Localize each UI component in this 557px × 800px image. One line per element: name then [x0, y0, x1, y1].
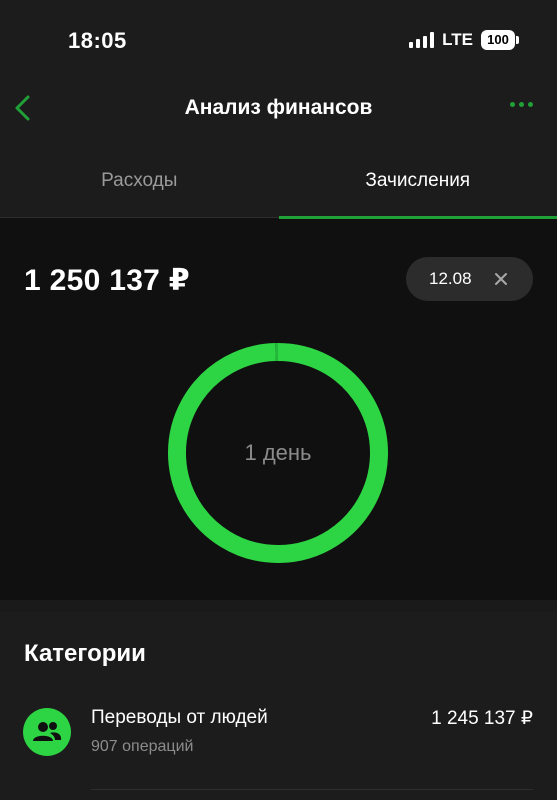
date-filter-chip[interactable]: 12.08 — [406, 257, 533, 301]
status-bar: 18:05 LTE 100 — [0, 0, 557, 80]
categories-section: Категории Переводы от людей 907 операций… — [0, 612, 557, 800]
row-divider — [91, 789, 533, 790]
category-amount: 1 245 137 ₽ — [431, 708, 533, 729]
category-count: 907 операций — [91, 738, 194, 755]
status-time: 18:05 — [68, 28, 127, 53]
section-divider — [0, 600, 557, 612]
tab-income[interactable]: Зачисления — [278, 156, 557, 219]
close-icon[interactable] — [494, 272, 508, 286]
summary-section: 1 250 137 ₽ 12.08 1 день — [0, 219, 557, 600]
categories-heading: Категории — [24, 640, 146, 667]
tab-bar: Расходы Зачисления — [0, 156, 557, 219]
category-name: Переводы от людей — [91, 707, 268, 728]
status-indicators: LTE 100 — [409, 30, 519, 50]
signal-icon — [409, 32, 435, 48]
battery-icon: 100 — [481, 30, 519, 50]
more-dots-icon[interactable] — [510, 102, 533, 107]
tab-expenses[interactable]: Расходы — [0, 156, 279, 218]
network-label: LTE — [442, 30, 473, 49]
app-header: Анализ финансов Расходы Зачисления — [0, 80, 557, 219]
donut-center-label: 1 день — [244, 440, 312, 465]
date-filter-label: 12.08 — [429, 269, 472, 288]
total-amount: 1 250 137 ₽ — [24, 264, 190, 297]
page-title: Анализ финансов — [184, 96, 373, 119]
category-row[interactable]: Переводы от людей 907 операций 1 245 137… — [0, 700, 557, 790]
people-icon — [23, 708, 71, 756]
